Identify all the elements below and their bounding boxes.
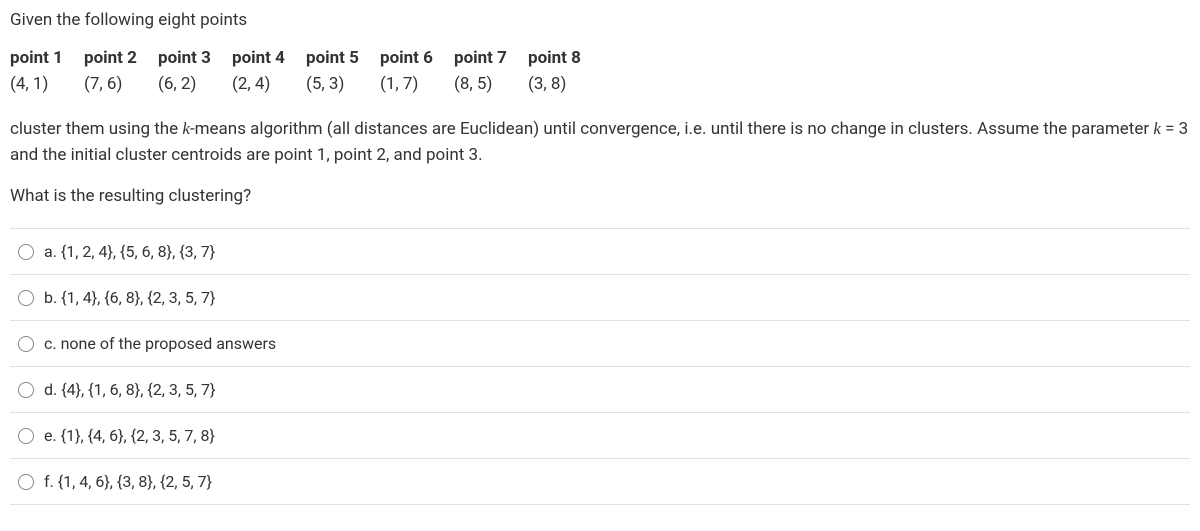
point-6-value: (1, 7) xyxy=(380,74,454,94)
header-point-2: point 2 xyxy=(84,48,158,68)
option-b-label: b. {1, 4}, {6, 8}, {2, 3, 5, 7} xyxy=(44,288,215,307)
question-prompt: What is the resulting clustering? xyxy=(10,186,1190,206)
header-point-8: point 8 xyxy=(528,48,602,68)
option-a-label: a. {1, 2, 4}, {5, 6, 8}, {3, 7} xyxy=(44,242,215,261)
radio-icon xyxy=(18,428,34,444)
radio-icon xyxy=(18,474,34,490)
point-8-value: (3, 8) xyxy=(528,74,602,94)
points-data-row: (4, 1) (7, 6) (6, 2) (2, 4) (5, 3) (1, 7… xyxy=(10,74,1190,94)
point-7-value: (8, 5) xyxy=(454,74,528,94)
points-header-row: point 1 point 2 point 3 point 4 point 5 … xyxy=(10,48,1190,68)
option-c[interactable]: c. none of the proposed answers xyxy=(10,321,1190,367)
question-intro: Given the following eight points xyxy=(10,10,1190,30)
option-f-label: f. {1, 4, 6}, {3, 8}, {2, 5, 7} xyxy=(44,472,212,491)
math-k1: k xyxy=(182,119,190,138)
option-b[interactable]: b. {1, 4}, {6, 8}, {2, 3, 5, 7} xyxy=(10,275,1190,321)
point-5-value: (5, 3) xyxy=(306,74,380,94)
option-a[interactable]: a. {1, 2, 4}, {5, 6, 8}, {3, 7} xyxy=(10,229,1190,275)
math-k2: k xyxy=(1153,119,1161,138)
point-1-value: (4, 1) xyxy=(10,74,84,94)
body-part1: cluster them using the xyxy=(10,119,182,139)
header-point-1: point 1 xyxy=(10,48,84,68)
options-list: a. {1, 2, 4}, {5, 6, 8}, {3, 7} b. {1, 4… xyxy=(10,228,1190,505)
body-eq: = xyxy=(1161,119,1179,139)
point-2-value: (7, 6) xyxy=(84,74,158,94)
header-point-7: point 7 xyxy=(454,48,528,68)
header-point-3: point 3 xyxy=(158,48,232,68)
point-3-value: (6, 2) xyxy=(158,74,232,94)
point-4-value: (2, 4) xyxy=(232,74,306,94)
option-c-label: c. none of the proposed answers xyxy=(44,334,276,353)
radio-icon xyxy=(18,336,34,352)
header-point-6: point 6 xyxy=(380,48,454,68)
body-part3: and the initial cluster centroids are po… xyxy=(10,145,483,165)
radio-icon xyxy=(18,244,34,260)
body-part2: -means algorithm (all distances are Eucl… xyxy=(190,119,1153,139)
header-point-4: point 4 xyxy=(232,48,306,68)
radio-icon xyxy=(18,382,34,398)
header-point-5: point 5 xyxy=(306,48,380,68)
question-body: cluster them using the k-means algorithm… xyxy=(10,116,1190,168)
option-e-label: e. {1}, {4, 6}, {2, 3, 5, 7, 8} xyxy=(44,426,215,445)
radio-icon xyxy=(18,290,34,306)
body-kval: 3 xyxy=(1179,119,1189,139)
option-d-label: d. {4}, {1, 6, 8}, {2, 3, 5, 7} xyxy=(44,380,215,399)
option-f[interactable]: f. {1, 4, 6}, {3, 8}, {2, 5, 7} xyxy=(10,459,1190,505)
option-d[interactable]: d. {4}, {1, 6, 8}, {2, 3, 5, 7} xyxy=(10,367,1190,413)
option-e[interactable]: e. {1}, {4, 6}, {2, 3, 5, 7, 8} xyxy=(10,413,1190,459)
